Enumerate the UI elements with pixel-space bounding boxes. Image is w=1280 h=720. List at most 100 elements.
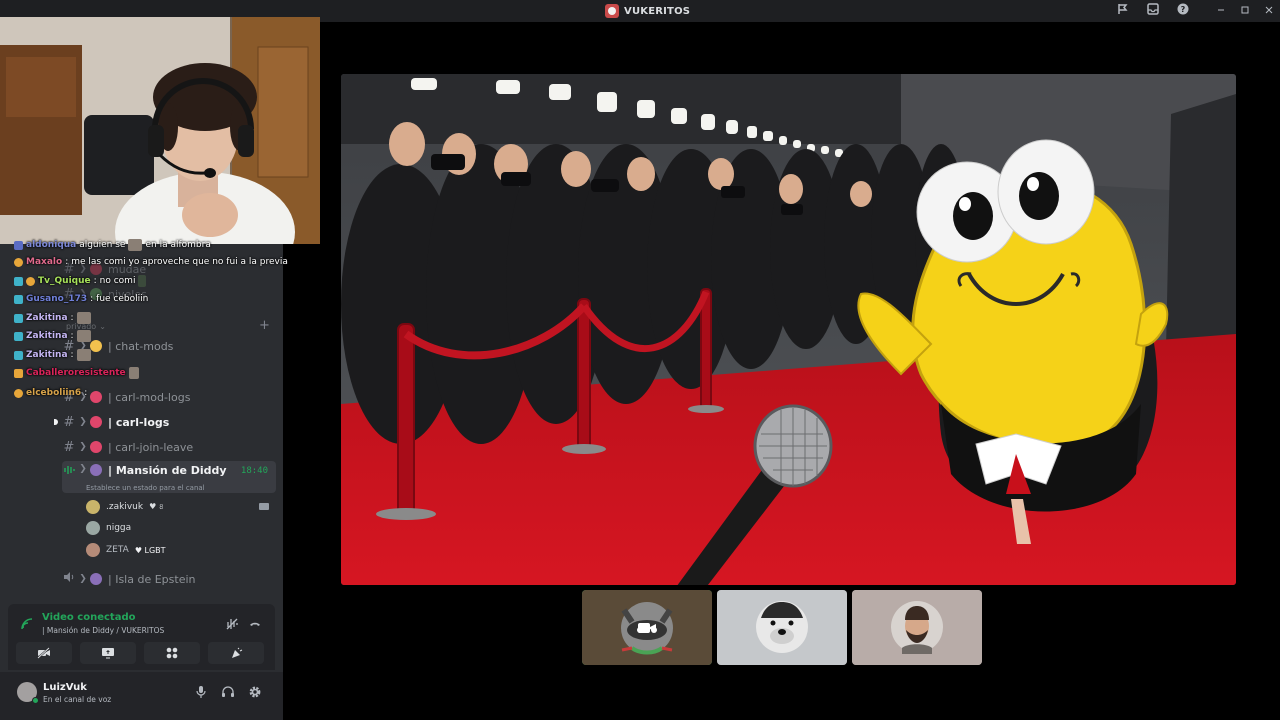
screen-share-button[interactable] (80, 642, 136, 664)
chat-message: Maxalo: me las comi yo aproveche que no … (14, 255, 288, 269)
voice-status-subtitle[interactable]: | Mansión de Diddy / VUKERITOS (42, 626, 164, 635)
sub-badge-icon (14, 276, 23, 286)
category-privado[interactable]: privado ⌄ (66, 315, 280, 337)
emote-icon (128, 239, 143, 251)
channel-label: | carl-join-leave (108, 440, 194, 454)
flag-icon[interactable] (1115, 3, 1131, 19)
chat-message: Tv_Quique: no comi (14, 274, 147, 288)
chat-text: alguien se (79, 240, 126, 250)
soundboard-button[interactable] (208, 642, 264, 664)
channel-label: | chat-mods (108, 339, 174, 353)
chat-message: Zakitina: (14, 311, 91, 325)
online-status-icon (32, 697, 39, 704)
bits-badge-icon (26, 276, 35, 286)
sub-badge-icon (14, 240, 23, 250)
activities-icon (166, 647, 178, 659)
avatar (86, 521, 100, 535)
channel-status-text[interactable]: Establece un estado para el canal (86, 484, 205, 492)
chat-text: fue ceboliin (96, 294, 149, 304)
sub-badge-icon (14, 350, 23, 360)
channel-carl-join-leave[interactable]: # ❯ | carl-join-leave (62, 436, 276, 458)
channel-label: | Mansión de Diddy (108, 464, 227, 477)
channel-chat-mods[interactable]: # ❯ | chat-mods (62, 335, 276, 357)
emote-icon (76, 312, 91, 324)
voice-user-name: ZETA (106, 545, 129, 555)
streamer-webcam (0, 17, 320, 244)
help-icon[interactable]: ? (1175, 3, 1191, 19)
noise-suppression-icon[interactable] (225, 616, 239, 635)
hash-icon: # (63, 414, 75, 430)
channel-carl-mod-logs[interactable]: # ❯ | carl-mod-logs (62, 386, 276, 408)
chat-message: aldoniqua alguien se en la alfombra (14, 238, 211, 252)
emote-icon (128, 367, 139, 379)
camera-icon (637, 620, 657, 639)
voice-user-tag: ♥ LGBT (134, 545, 166, 555)
add-channel-icon[interactable]: + (259, 318, 270, 333)
hash-icon: # (63, 439, 75, 455)
voice-user-zakivuk[interactable]: .zakivuk ♥ ৪ (86, 498, 164, 516)
channel-emoji-icon (90, 340, 102, 352)
channel-emoji-icon (90, 464, 102, 476)
disconnect-icon[interactable] (248, 616, 262, 635)
channel-carl-logs[interactable]: # ❯ | carl-logs (62, 411, 276, 433)
svg-text:?: ? (1181, 5, 1186, 14)
minimize-icon[interactable] (1213, 3, 1229, 19)
participant-tile-bearded-man[interactable] (852, 590, 982, 665)
dog-avatar-icon (717, 590, 847, 665)
maximize-icon[interactable] (1237, 3, 1253, 19)
signal-icon[interactable] (20, 616, 34, 635)
soundboard-icon (232, 647, 243, 658)
user-status: En el canal de voz (43, 695, 112, 704)
channel-emoji-icon (90, 441, 102, 453)
bearded-man-avatar-icon (852, 590, 982, 665)
settings-icon[interactable] (247, 685, 263, 701)
participant-tile-dog[interactable] (717, 590, 847, 665)
chat-username: elceboliin6 (26, 388, 82, 398)
voice-user-nigga[interactable]: nigga (86, 519, 131, 537)
emote-icon (138, 275, 147, 287)
crown-badge-icon (14, 368, 23, 378)
discord-window: VUKERITOS ? # ❯ mudae # ❯ niveles privad… (0, 0, 1280, 720)
participant-tile-raccoon[interactable] (582, 590, 712, 665)
chevron-right-icon: ❯ (79, 464, 87, 474)
voice-user-zeta[interactable]: ZETA ♥ LGBT (86, 541, 166, 559)
emote-icon (76, 330, 91, 342)
activities-button[interactable] (144, 642, 200, 664)
voice-channel-isla-de-epstein[interactable]: ❯ | Isla de Epstein (62, 568, 276, 590)
channel-emoji-icon (90, 573, 102, 585)
voice-user-tag: ♥ ৪ (149, 501, 164, 511)
sub-badge-icon (14, 313, 23, 323)
headphones-icon[interactable] (220, 685, 236, 701)
bits-badge-icon (14, 257, 23, 267)
camera-off-button[interactable] (16, 642, 72, 664)
video-indicator-icon (259, 503, 269, 510)
voice-active-icon (62, 464, 76, 479)
sub-badge-icon (14, 294, 23, 304)
chevron-right-icon: ❯ (79, 417, 87, 427)
bits-badge-icon (14, 388, 23, 398)
avatar (86, 500, 100, 514)
speaker-icon (62, 571, 76, 587)
chat-message: Gusano_173: fue ceboliin (14, 292, 148, 306)
chat-message: elceboliin6: (14, 386, 87, 400)
chevron-right-icon: ❯ (79, 574, 87, 584)
user-name[interactable]: LuizVuk (43, 682, 87, 693)
emote-icon (76, 349, 91, 361)
server-logo-icon (605, 4, 619, 18)
chat-username: Tv_Quique (38, 276, 91, 286)
chat-message: Caballeroresistente (14, 366, 139, 380)
channel-emoji-icon (90, 391, 102, 403)
voice-status-title[interactable]: Video conectado (42, 612, 135, 623)
chat-username: Zakitina (26, 313, 68, 323)
stage-video-stream[interactable] (341, 74, 1236, 585)
chat-username: Zakitina (26, 350, 68, 360)
mic-icon[interactable] (193, 685, 209, 701)
chat-message: Zakitina: (14, 348, 91, 362)
voice-user-name: nigga (106, 523, 132, 533)
chevron-right-icon: ❯ (79, 442, 87, 452)
channel-emoji-icon (90, 416, 102, 428)
channel-label: | carl-mod-logs (108, 390, 191, 404)
chat-text: no comi (99, 276, 136, 286)
close-icon[interactable] (1261, 3, 1277, 19)
inbox-icon[interactable] (1145, 3, 1161, 19)
